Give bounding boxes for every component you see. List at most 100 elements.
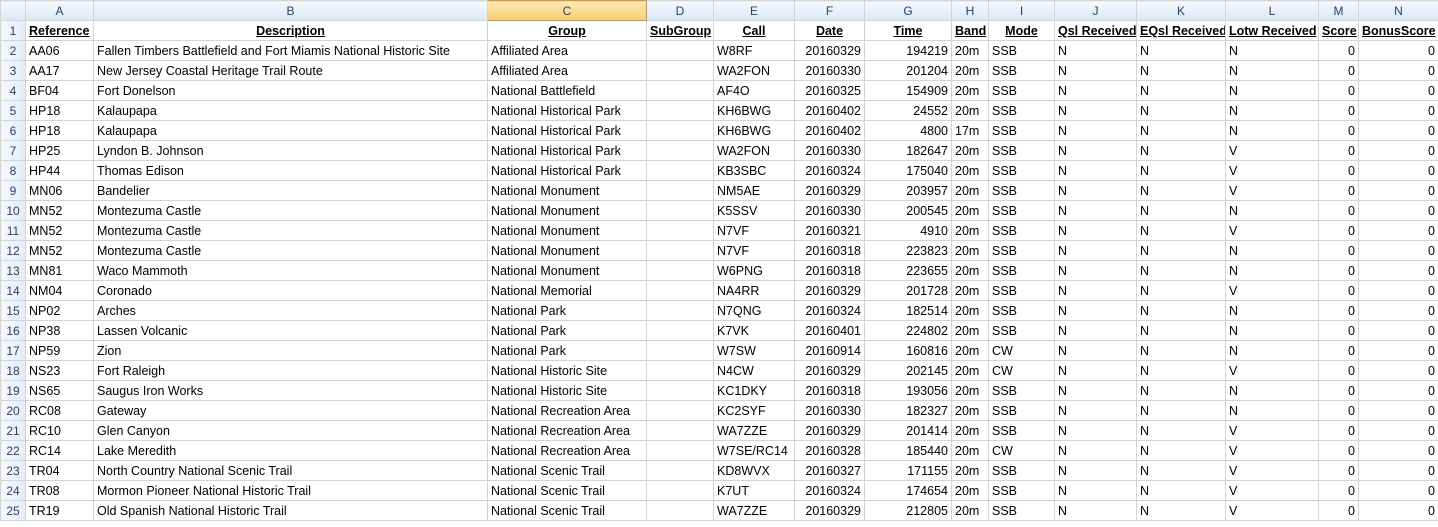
row-header[interactable]: 9: [0, 180, 26, 201]
cell-group[interactable]: National Recreation Area: [487, 420, 647, 441]
cell-description[interactable]: Montezuma Castle: [93, 240, 488, 261]
cell-qsl-received[interactable]: N: [1054, 120, 1137, 141]
cell-band[interactable]: 20m: [951, 340, 989, 361]
cell-band[interactable]: 20m: [951, 60, 989, 81]
cell-score[interactable]: 0: [1318, 500, 1359, 521]
cell-group[interactable]: National Historic Site: [487, 380, 647, 401]
cell-reference[interactable]: MN52: [25, 220, 94, 241]
column-header-e[interactable]: E: [713, 0, 795, 21]
cell-group[interactable]: National Scenic Trail: [487, 500, 647, 521]
cell-reference[interactable]: AA06: [25, 40, 94, 61]
cell-qsl-received[interactable]: N: [1054, 200, 1137, 221]
cell-call[interactable]: KC2SYF: [713, 400, 795, 421]
cell-call[interactable]: N7QNG: [713, 300, 795, 321]
cell-mode[interactable]: SSB: [988, 500, 1055, 521]
cell-time[interactable]: 185440: [864, 440, 952, 461]
cell-subgroup[interactable]: [646, 180, 714, 201]
cell-band[interactable]: 20m: [951, 300, 989, 321]
cell-date[interactable]: 20160325: [794, 80, 865, 101]
cell-score[interactable]: 0: [1318, 100, 1359, 121]
header-cell-subgroup[interactable]: SubGroup: [646, 20, 714, 41]
cell-qsl-received[interactable]: N: [1054, 140, 1137, 161]
cell-qsl-received[interactable]: N: [1054, 260, 1137, 281]
cell-reference[interactable]: NP38: [25, 320, 94, 341]
cell-mode[interactable]: SSB: [988, 280, 1055, 301]
cell-lotw-received[interactable]: V: [1225, 440, 1319, 461]
row-header[interactable]: 17: [0, 340, 26, 361]
cell-group[interactable]: National Monument: [487, 220, 647, 241]
cell-date[interactable]: 20160329: [794, 280, 865, 301]
cell-band[interactable]: 17m: [951, 120, 989, 141]
cell-lotw-received[interactable]: V: [1225, 280, 1319, 301]
cell-group[interactable]: National Monument: [487, 240, 647, 261]
cell-time[interactable]: 4910: [864, 220, 952, 241]
cell-bonusscore[interactable]: 0: [1358, 340, 1438, 361]
cell-description[interactable]: Mormon Pioneer National Historic Trail: [93, 480, 488, 501]
cell-eqsl-received[interactable]: N: [1136, 480, 1226, 501]
cell-qsl-received[interactable]: N: [1054, 420, 1137, 441]
cell-reference[interactable]: RC10: [25, 420, 94, 441]
cell-eqsl-received[interactable]: N: [1136, 140, 1226, 161]
header-cell-call[interactable]: Call: [713, 20, 795, 41]
cell-lotw-received[interactable]: N: [1225, 380, 1319, 401]
cell-subgroup[interactable]: [646, 160, 714, 181]
cell-time[interactable]: 174654: [864, 480, 952, 501]
cell-call[interactable]: N7VF: [713, 240, 795, 261]
cell-score[interactable]: 0: [1318, 320, 1359, 341]
row-header[interactable]: 25: [0, 500, 26, 521]
cell-call[interactable]: K7UT: [713, 480, 795, 501]
cell-subgroup[interactable]: [646, 80, 714, 101]
row-header[interactable]: 1: [0, 20, 26, 41]
cell-group[interactable]: National Park: [487, 320, 647, 341]
cell-lotw-received[interactable]: N: [1225, 340, 1319, 361]
cell-qsl-received[interactable]: N: [1054, 40, 1137, 61]
cell-group[interactable]: National Scenic Trail: [487, 480, 647, 501]
cell-description[interactable]: New Jersey Coastal Heritage Trail Route: [93, 60, 488, 81]
cell-subgroup[interactable]: [646, 280, 714, 301]
cell-mode[interactable]: SSB: [988, 100, 1055, 121]
cell-call[interactable]: KH6BWG: [713, 120, 795, 141]
row-header[interactable]: 11: [0, 220, 26, 241]
cell-eqsl-received[interactable]: N: [1136, 400, 1226, 421]
cell-band[interactable]: 20m: [951, 500, 989, 521]
cell-band[interactable]: 20m: [951, 460, 989, 481]
cell-call[interactable]: K7VK: [713, 320, 795, 341]
cell-time[interactable]: 160816: [864, 340, 952, 361]
header-cell-band[interactable]: Band: [951, 20, 989, 41]
cell-bonusscore[interactable]: 0: [1358, 320, 1438, 341]
cell-reference[interactable]: RC14: [25, 440, 94, 461]
cell-bonusscore[interactable]: 0: [1358, 160, 1438, 181]
cell-group[interactable]: National Monument: [487, 200, 647, 221]
cell-eqsl-received[interactable]: N: [1136, 420, 1226, 441]
cell-qsl-received[interactable]: N: [1054, 360, 1137, 381]
cell-score[interactable]: 0: [1318, 200, 1359, 221]
header-cell-score[interactable]: Score: [1318, 20, 1359, 41]
cell-call[interactable]: KB3SBC: [713, 160, 795, 181]
cell-subgroup[interactable]: [646, 380, 714, 401]
cell-date[interactable]: 20160402: [794, 100, 865, 121]
cell-bonusscore[interactable]: 0: [1358, 440, 1438, 461]
cell-date[interactable]: 20160329: [794, 40, 865, 61]
cell-subgroup[interactable]: [646, 200, 714, 221]
header-cell-reference[interactable]: Reference: [25, 20, 94, 41]
cell-reference[interactable]: HP18: [25, 120, 94, 141]
cell-eqsl-received[interactable]: N: [1136, 260, 1226, 281]
cell-score[interactable]: 0: [1318, 160, 1359, 181]
cell-subgroup[interactable]: [646, 340, 714, 361]
cell-description[interactable]: Fallen Timbers Battlefield and Fort Miam…: [93, 40, 488, 61]
cell-bonusscore[interactable]: 0: [1358, 140, 1438, 161]
cell-band[interactable]: 20m: [951, 40, 989, 61]
cell-band[interactable]: 20m: [951, 200, 989, 221]
cell-time[interactable]: 201728: [864, 280, 952, 301]
cell-score[interactable]: 0: [1318, 80, 1359, 101]
cell-score[interactable]: 0: [1318, 40, 1359, 61]
cell-date[interactable]: 20160329: [794, 360, 865, 381]
column-header-b[interactable]: B: [93, 0, 488, 21]
row-header[interactable]: 22: [0, 440, 26, 461]
cell-qsl-received[interactable]: N: [1054, 400, 1137, 421]
cell-score[interactable]: 0: [1318, 140, 1359, 161]
row-header[interactable]: 16: [0, 320, 26, 341]
cell-eqsl-received[interactable]: N: [1136, 280, 1226, 301]
cell-subgroup[interactable]: [646, 400, 714, 421]
cell-description[interactable]: Bandelier: [93, 180, 488, 201]
